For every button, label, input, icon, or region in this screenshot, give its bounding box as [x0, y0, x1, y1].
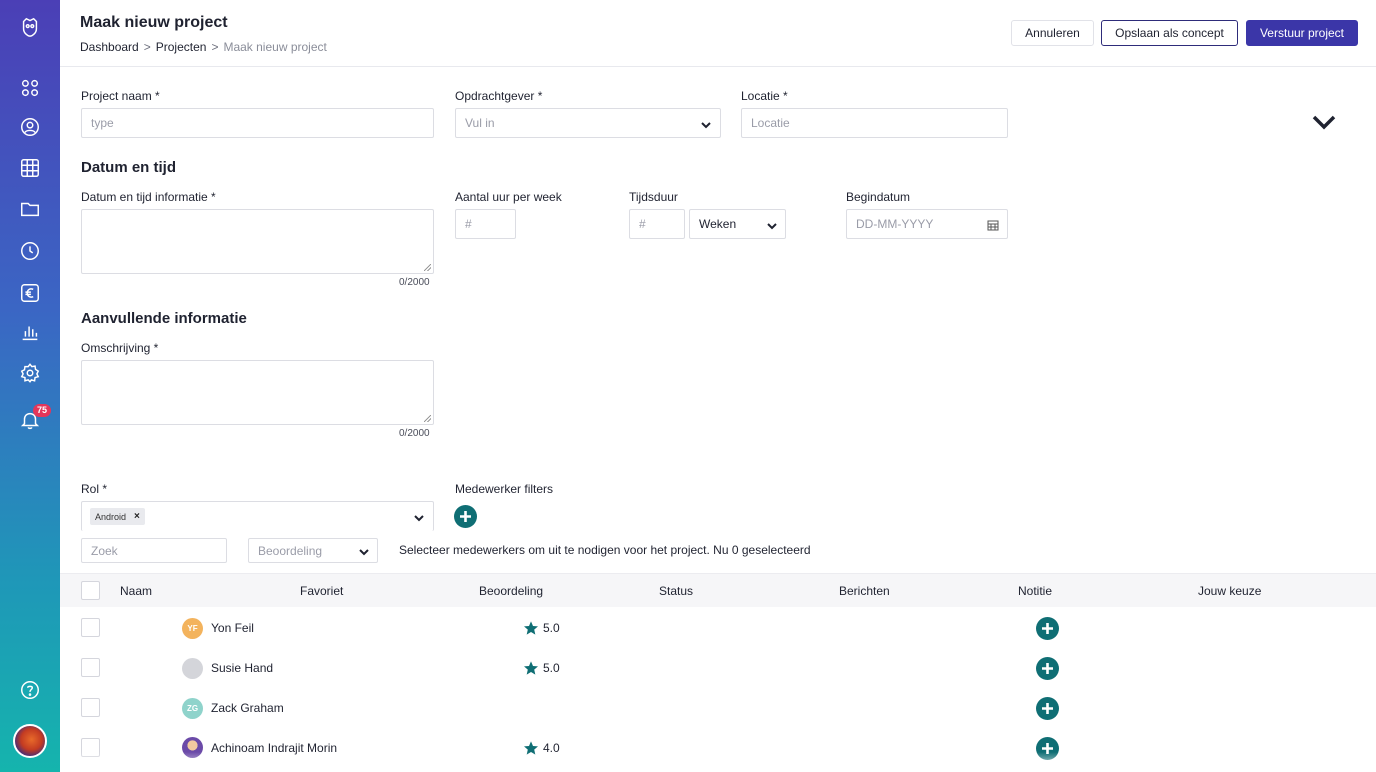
page-title: Maak nieuw project: [80, 14, 228, 31]
notification-badge: 75: [33, 404, 52, 417]
column-header-favorite[interactable]: Favoriet: [300, 584, 343, 598]
location-label: Locatie *: [741, 89, 788, 103]
resize-handle[interactable]: [424, 264, 431, 271]
description-textarea[interactable]: [81, 360, 434, 425]
chevron-down-icon: [413, 511, 425, 523]
selection-info-text: Selecteer medewerkers om uit te nodigen …: [399, 543, 811, 557]
avatar: [182, 658, 203, 679]
row-checkbox[interactable]: [81, 618, 100, 637]
euro-icon[interactable]: [18, 281, 42, 305]
page-header: Maak nieuw project Dashboard > Projecten…: [60, 0, 1376, 67]
save-draft-button[interactable]: Opslaan als concept: [1101, 20, 1238, 46]
column-header-note[interactable]: Notitie: [1018, 584, 1052, 598]
rating-value: 5.0: [543, 661, 560, 675]
datetime-info-label: Datum en tijd informatie *: [81, 190, 216, 204]
column-header-your-choice[interactable]: Jouw keuze: [1198, 584, 1261, 598]
breadcrumb-separator: >: [211, 40, 219, 54]
expand-chevron-icon[interactable]: [1311, 112, 1337, 132]
logo-icon[interactable]: [18, 15, 42, 39]
add-note-button[interactable]: [1036, 657, 1059, 680]
row-checkbox[interactable]: [81, 658, 100, 677]
resize-handle[interactable]: [424, 415, 431, 422]
help-icon[interactable]: [18, 678, 42, 702]
employee-filters-label: Medewerker filters: [455, 482, 554, 496]
calendar-small-icon[interactable]: [987, 218, 999, 231]
settings-icon[interactable]: [18, 361, 42, 385]
chevron-down-icon: [766, 219, 778, 231]
breadcrumb-projects[interactable]: Projecten: [156, 40, 207, 54]
user-avatar[interactable]: [13, 724, 47, 758]
column-header-status[interactable]: Status: [659, 584, 693, 598]
role-label: Rol *: [81, 482, 108, 496]
avatar: YF: [182, 618, 203, 639]
project-name-input[interactable]: type: [81, 108, 434, 138]
chevron-down-icon: [700, 118, 712, 130]
folder-icon[interactable]: [18, 197, 42, 221]
dashboard-icon[interactable]: [18, 76, 42, 100]
search-input[interactable]: Zoek: [81, 538, 227, 563]
rating-value: 5.0: [543, 621, 560, 635]
select-all-checkbox[interactable]: [81, 581, 100, 600]
column-header-rating[interactable]: Beoordeling: [479, 584, 543, 598]
rating-filter-value: Beoordeling: [258, 543, 323, 558]
extra-info-section-title: Aanvullende informatie: [81, 310, 247, 327]
cancel-button[interactable]: Annuleren: [1011, 20, 1094, 46]
employee-name[interactable]: Susie Hand: [211, 661, 273, 675]
duration-unit-value: Weken: [699, 217, 737, 231]
role-chip-label: Android: [95, 511, 127, 522]
column-header-messages[interactable]: Berichten: [839, 584, 890, 598]
start-date-input[interactable]: DD-MM-YYYY: [846, 209, 1008, 239]
description-counter: 0/2000: [399, 428, 430, 439]
client-select-value: Vul in: [465, 116, 495, 130]
description-label: Omschrijving *: [81, 341, 159, 355]
breadcrumb: Dashboard > Projecten > Maak nieuw proje…: [80, 40, 327, 54]
star-icon: [523, 620, 539, 636]
location-input[interactable]: Locatie: [741, 108, 1008, 138]
remove-chip-icon[interactable]: ×: [134, 511, 140, 522]
row-checkbox[interactable]: [81, 698, 100, 717]
chevron-down-icon: [358, 545, 370, 557]
table-header: Naam Favoriet Beoordeling Status Bericht…: [60, 573, 1376, 607]
start-date-label: Begindatum: [846, 190, 911, 204]
avatar: ZG: [182, 698, 203, 719]
employee-name[interactable]: Yon Feil: [211, 621, 254, 635]
datetime-section-title: Datum en tijd: [81, 159, 177, 176]
role-chip: Android ×: [90, 508, 145, 525]
client-label: Opdrachtgever *: [455, 89, 543, 103]
sidebar: 75: [0, 0, 60, 772]
calendar-icon[interactable]: [18, 156, 42, 180]
breadcrumb-current: Maak nieuw project: [223, 40, 327, 54]
breadcrumb-separator: >: [143, 40, 151, 54]
column-header-name[interactable]: Naam: [120, 584, 152, 598]
star-icon: [523, 660, 539, 676]
employee-name[interactable]: Zack Graham: [211, 701, 284, 715]
add-note-button[interactable]: [1036, 697, 1059, 720]
datetime-counter: 0/2000: [399, 277, 430, 288]
scroll-fade: [60, 752, 1376, 772]
chart-icon[interactable]: [18, 320, 42, 344]
client-select[interactable]: Vul in: [455, 108, 721, 138]
send-project-button[interactable]: Verstuur project: [1246, 20, 1358, 46]
datetime-info-textarea[interactable]: [81, 209, 434, 274]
add-note-button[interactable]: [1036, 617, 1059, 640]
duration-label: Tijdsduur: [629, 190, 678, 204]
duration-input[interactable]: #: [629, 209, 685, 239]
add-filter-button[interactable]: [454, 505, 477, 528]
hours-label: Aantal uur per week: [455, 190, 562, 204]
breadcrumb-dashboard[interactable]: Dashboard: [80, 40, 139, 54]
user-icon[interactable]: [18, 115, 42, 139]
hours-input[interactable]: #: [455, 209, 516, 239]
project-name-label: Project naam *: [81, 89, 160, 103]
clock-icon[interactable]: [18, 239, 42, 263]
